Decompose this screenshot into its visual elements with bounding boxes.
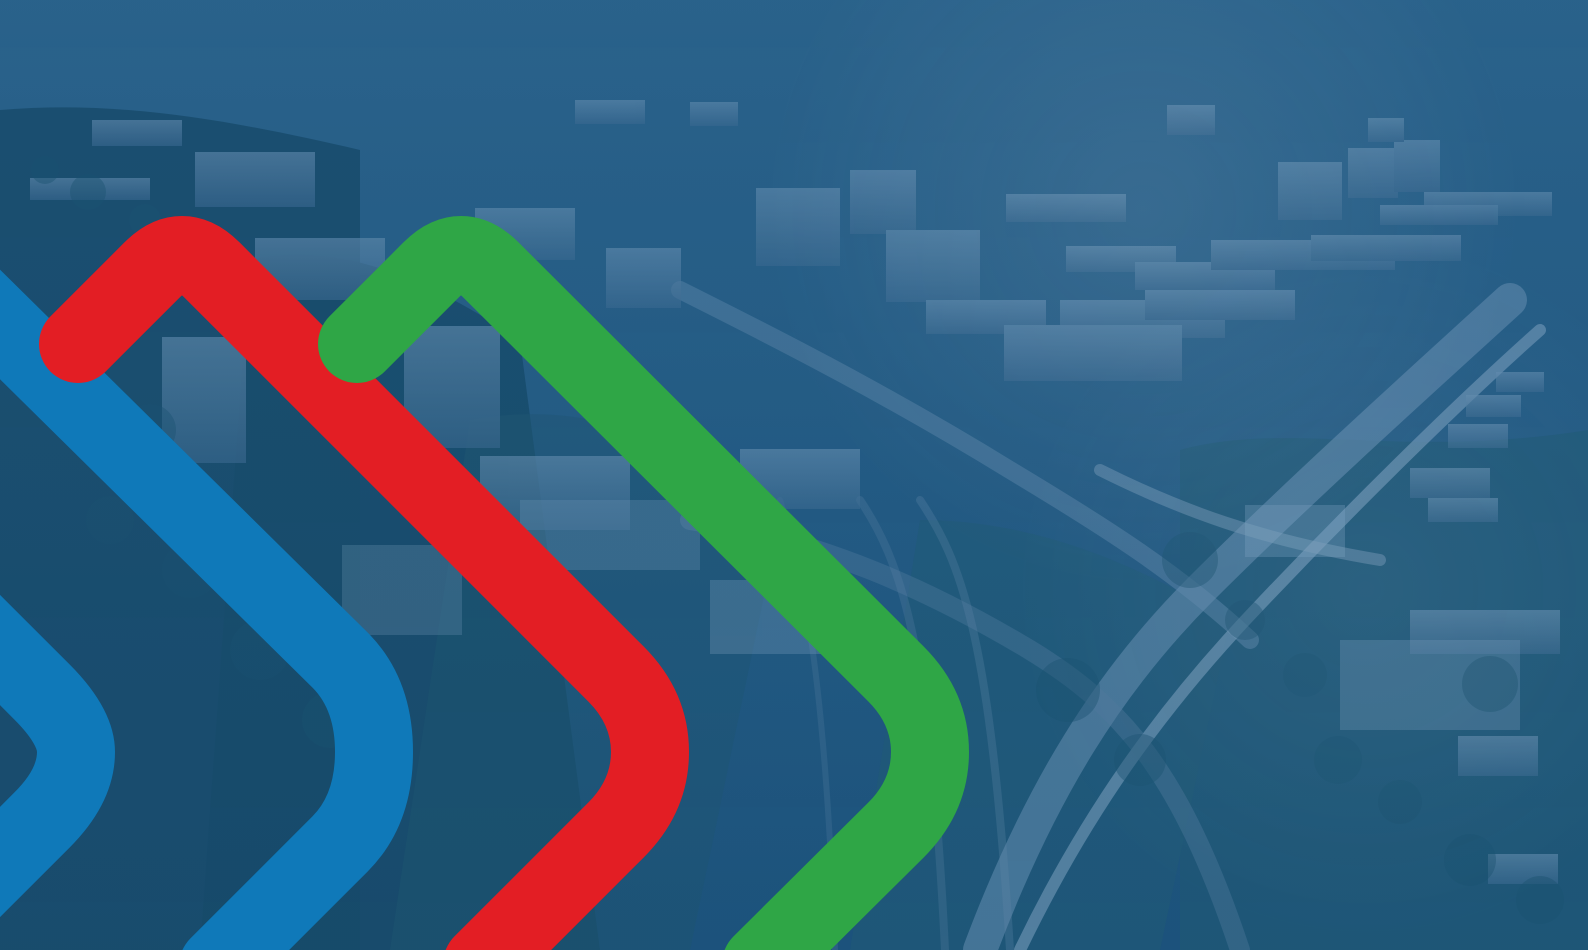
chevron-stripes: [0, 216, 969, 950]
blue-chevron-inner-icon: [0, 594, 115, 918]
hero-banner: [0, 0, 1588, 950]
